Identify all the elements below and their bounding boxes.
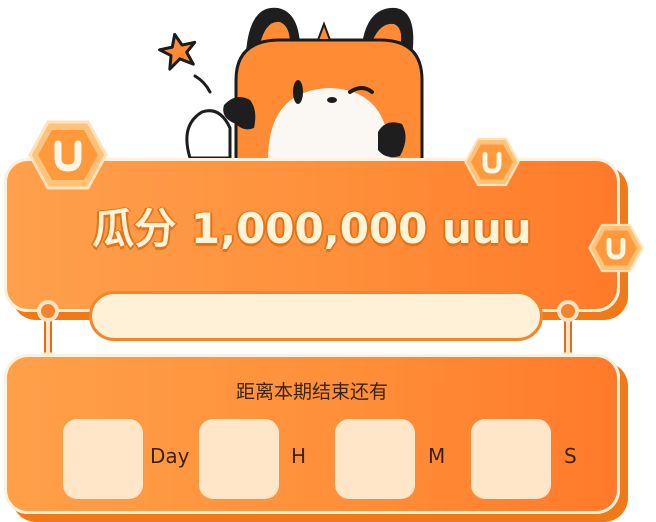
- prize-title: 瓜分 1,000,000 uuu: [92, 204, 532, 253]
- u-coin-icon: [464, 137, 520, 187]
- connector-ring: [557, 300, 579, 322]
- countdown-panel: 距离本期结束还有 Day H M S: [4, 354, 620, 514]
- u-coin-icon: [588, 223, 644, 273]
- countdown-minute-label: M: [428, 444, 446, 468]
- countdown-hour-label: H: [291, 444, 307, 468]
- countdown-hour-box: [199, 419, 279, 499]
- star-icon: [158, 32, 212, 94]
- fox-mascot-icon: [158, 7, 424, 162]
- prize-progress-bar: [89, 291, 543, 341]
- connector-ring: [37, 300, 59, 322]
- countdown-heading: 距离本期结束还有: [235, 381, 388, 403]
- u-coin-icon: [28, 120, 108, 190]
- countdown-second-label: S: [564, 444, 577, 468]
- countdown-minute-box: [335, 419, 415, 499]
- countdown-day-label: Day: [150, 444, 190, 468]
- countdown-day-box: [63, 419, 143, 499]
- countdown-second-box: [471, 419, 551, 499]
